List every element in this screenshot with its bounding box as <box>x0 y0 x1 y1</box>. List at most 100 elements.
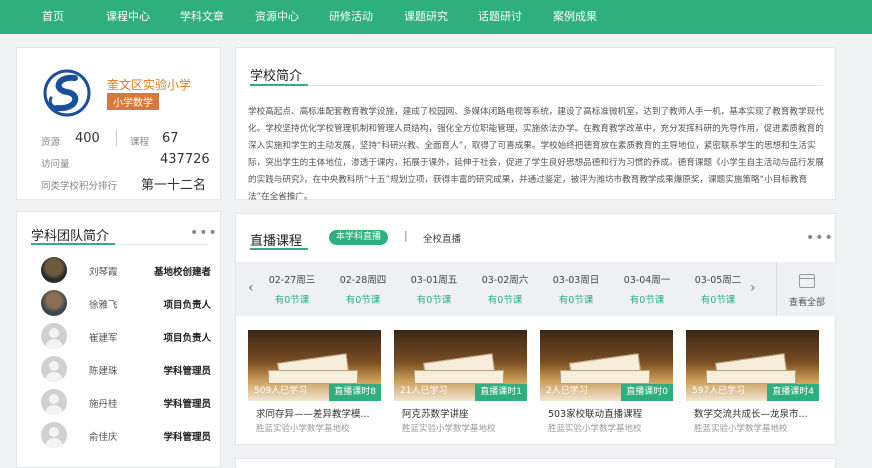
date-count: 有0节课 <box>629 295 665 306</box>
date-count: 有0节课 <box>487 295 523 306</box>
course-card[interactable]: 509人已学习 直播课时8 求同存异——差异教学模... 胜蓝实验小学数学基地校 <box>248 330 381 438</box>
course-title[interactable]: 数学交流共成长—龙泉市... <box>694 406 816 420</box>
member-role: 基地校创建者 <box>153 267 211 278</box>
default-avatar-icon <box>41 356 67 382</box>
default-avatar-icon <box>41 389 67 415</box>
rank-value: 第一十二名 <box>141 178 207 193</box>
tab-separator: | <box>404 229 408 242</box>
top-nav: 首页 课程中心 学科文章 资源中心 研修活动 课题研究 话题研讨 案例成果 <box>0 0 872 34</box>
intro-title: 学校简介 <box>250 69 303 84</box>
live-more-icon[interactable]: ••• <box>806 230 834 246</box>
tab-subject-live[interactable]: 本学科直播 <box>329 230 389 245</box>
course-title[interactable]: 503家校联动直播课程 <box>548 406 670 420</box>
team-member[interactable]: 刘琴霞 基地校创建者 <box>41 257 211 285</box>
course-school: 胜蓝实验小学数学基地校 <box>256 424 350 434</box>
date-cell[interactable]: 03-03周日 有0节课 <box>541 272 611 306</box>
member-role: 项目负责人 <box>163 333 211 344</box>
subject-tag: 小学数学 <box>107 93 159 110</box>
view-all-button[interactable]: 查看全部 <box>776 262 836 316</box>
tab-school-live[interactable]: 全校直播 <box>423 231 461 245</box>
member-name: 徐雅飞 <box>89 300 118 311</box>
learner-count: 2人已学习 <box>546 386 588 396</box>
date-count: 有0节课 <box>558 295 594 306</box>
learner-count: 21人已学习 <box>400 386 448 396</box>
member-role: 项目负责人 <box>163 300 211 311</box>
date-cell[interactable]: 03-04周一 有0节课 <box>612 272 682 306</box>
stat-divider <box>116 130 117 146</box>
school-intro-card: 学校简介 学校高起点、高标准配套教育教学设施，建成了校园网、多媒体闭路电视等系统… <box>235 47 836 202</box>
team-member[interactable]: 施丹桂 学科管理员 <box>41 389 211 417</box>
next-arrow-icon[interactable]: › <box>750 280 756 296</box>
member-role: 学科管理员 <box>163 366 211 377</box>
member-name: 陈建珠 <box>89 366 118 377</box>
courses-count: 67 <box>162 131 179 146</box>
prev-arrow-icon[interactable]: ‹ <box>248 280 254 296</box>
nav-home[interactable]: 首页 <box>42 0 64 34</box>
nav-case-results[interactable]: 案例成果 <box>553 0 597 34</box>
team-member[interactable]: 俞佳庆 学科管理员 <box>41 422 211 450</box>
team-more-icon[interactable]: ••• <box>190 225 218 241</box>
team-divider <box>115 244 208 245</box>
date-cell[interactable]: 03-05周二 有0节课 <box>683 272 753 306</box>
live-hours-badge: 直播课时0 <box>621 384 673 401</box>
team-member[interactable]: 崔建军 项目负责人 <box>41 323 211 351</box>
live-title: 直播课程 <box>250 234 303 249</box>
intro-divider <box>308 85 823 86</box>
resources-count: 400 <box>75 131 100 146</box>
course-school: 胜蓝实验小学数学基地校 <box>548 424 642 434</box>
nav-training-activities[interactable]: 研修活动 <box>329 0 373 34</box>
avatar <box>41 290 67 316</box>
course-title[interactable]: 求同存异——差异教学模... <box>256 406 378 420</box>
date-count: 有0节课 <box>274 295 310 306</box>
nav-subject-articles[interactable]: 学科文章 <box>180 0 224 34</box>
default-avatar-icon <box>41 323 67 349</box>
nav-topic-discussion[interactable]: 话题研讨 <box>478 0 522 34</box>
member-name: 俞佳庆 <box>89 432 118 443</box>
date-label: 02-28周四 <box>339 275 387 286</box>
nav-resource-center[interactable]: 资源中心 <box>255 0 299 34</box>
live-courses-card: 直播课程 本学科直播 | 全校直播 ••• ‹ 02-27周三 有0节课 02-… <box>235 213 836 445</box>
date-cell[interactable]: 02-27周三 有0节课 <box>257 272 327 306</box>
member-name: 施丹桂 <box>89 399 118 410</box>
date-count: 有0节课 <box>416 295 452 306</box>
date-label: 03-03周日 <box>552 275 600 286</box>
course-card[interactable]: 2人已学习 直播课时0 503家校联动直播课程 胜蓝实验小学数学基地校 <box>540 330 673 438</box>
live-hours-badge: 直播课时4 <box>767 384 819 401</box>
intro-title-underline <box>250 84 308 86</box>
date-label: 03-04周一 <box>623 275 671 286</box>
course-card[interactable]: 597人已学习 直播课时4 数学交流共成长—龙泉市... 胜蓝实验小学数学基地校 <box>686 330 819 438</box>
date-cell[interactable]: 02-28周四 有0节课 <box>328 272 398 306</box>
member-name: 刘琴霞 <box>89 267 118 278</box>
courses-label: 课程 <box>130 137 150 148</box>
live-title-underline <box>250 248 308 250</box>
date-cell[interactable]: 03-01周五 有0节课 <box>399 272 469 306</box>
calendar-icon <box>799 274 815 288</box>
resources-label: 资源 <box>41 137 61 148</box>
member-role: 学科管理员 <box>163 432 211 443</box>
visits-label: 访问量 <box>41 159 70 170</box>
learner-count: 509人已学习 <box>254 386 308 396</box>
course-card[interactable]: 21人已学习 直播课时1 阿克苏数学讲座 胜蓝实验小学数学基地校 <box>394 330 527 438</box>
date-label: 03-05周二 <box>694 275 742 286</box>
view-all-label: 查看全部 <box>788 298 825 308</box>
visits-count: 437726 <box>160 152 210 167</box>
course-school: 胜蓝实验小学数学基地校 <box>402 424 496 434</box>
date-label: 03-01周五 <box>410 275 458 286</box>
nav-course-center[interactable]: 课程中心 <box>106 0 150 34</box>
nav-research-topics[interactable]: 课题研究 <box>404 0 448 34</box>
course-school: 胜蓝实验小学数学基地校 <box>694 424 788 434</box>
learner-count: 597人已学习 <box>692 386 746 396</box>
team-card: 学科团队简介 ••• 刘琴霞 基地校创建者 徐雅飞 项目负责人 崔建军 项目负责… <box>16 211 221 468</box>
school-logo-icon <box>43 69 91 117</box>
live-hours-badge: 直播课时1 <box>475 384 527 401</box>
date-cell[interactable]: 03-02周六 有0节课 <box>470 272 540 306</box>
rank-label: 同类学校积分排行 <box>41 181 118 192</box>
course-title[interactable]: 阿克苏数学讲座 <box>402 406 524 420</box>
team-member[interactable]: 陈建珠 学科管理员 <box>41 356 211 384</box>
next-section-card <box>235 458 836 468</box>
school-name[interactable]: 奎文区实验小学 <box>107 76 191 93</box>
member-name: 崔建军 <box>89 333 118 344</box>
date-count: 有0节课 <box>345 295 381 306</box>
team-member[interactable]: 徐雅飞 项目负责人 <box>41 290 211 318</box>
date-count: 有0节课 <box>700 295 736 306</box>
